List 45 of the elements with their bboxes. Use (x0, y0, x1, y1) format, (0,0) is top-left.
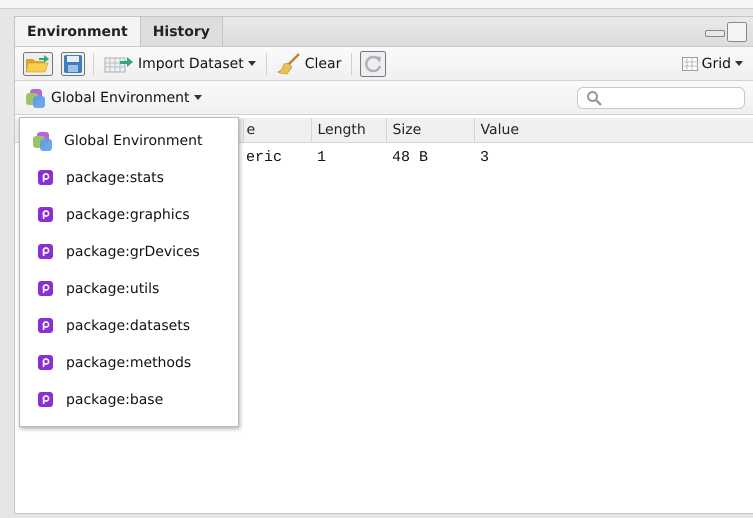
column-header[interactable]: e (243, 118, 311, 142)
broom-icon (276, 52, 301, 74)
package-icon (38, 355, 53, 370)
package-icon (38, 392, 53, 407)
package-icon (38, 170, 53, 185)
layers-icon (25, 86, 47, 108)
search-icon (586, 90, 602, 106)
maximize-icon[interactable] (727, 22, 747, 42)
package-icon (38, 281, 53, 296)
menu-item[interactable]: package:utils (20, 270, 238, 307)
tab[interactable]: Environment (15, 17, 141, 46)
folder-icon (25, 54, 51, 74)
menu-item[interactable]: package:grDevices (20, 233, 238, 270)
load-workspace-button[interactable] (23, 52, 53, 76)
menu-item[interactable]: package:datasets (20, 307, 238, 344)
menu-item[interactable]: package:methods (20, 344, 238, 381)
save-icon (63, 54, 83, 74)
environment-selector[interactable]: Global Environment (23, 84, 204, 110)
caret-icon (735, 61, 743, 66)
package-icon (38, 318, 53, 333)
layers-icon (32, 130, 54, 152)
menu-item[interactable]: package:graphics (20, 196, 238, 233)
table-arrow-icon (104, 54, 134, 72)
caret-icon (194, 95, 202, 100)
menu-item[interactable]: package:base (20, 381, 238, 418)
grid-icon (682, 56, 698, 70)
caret-icon (248, 61, 256, 66)
refresh-button[interactable] (360, 50, 386, 76)
column-header[interactable]: Value (474, 118, 753, 142)
table-cell: 48 B (386, 142, 474, 172)
import-dataset-button[interactable]: Import Dataset (102, 52, 258, 74)
grid-view-button[interactable]: Grid (680, 54, 745, 74)
column-header[interactable]: Size (386, 118, 474, 142)
table-cell: eric (243, 142, 311, 172)
save-button[interactable] (61, 52, 85, 76)
table-cell: 3 (474, 142, 753, 172)
clear-button[interactable]: Clear (274, 50, 344, 76)
package-icon (38, 244, 53, 259)
package-icon (38, 207, 53, 222)
menu-item[interactable]: package:stats (20, 159, 238, 196)
menu-item[interactable]: Global Environment (20, 122, 238, 159)
tab[interactable]: History (140, 17, 223, 46)
column-header[interactable]: Length (311, 118, 386, 142)
table-cell: 1 (311, 142, 386, 172)
search-field[interactable] (577, 86, 745, 108)
